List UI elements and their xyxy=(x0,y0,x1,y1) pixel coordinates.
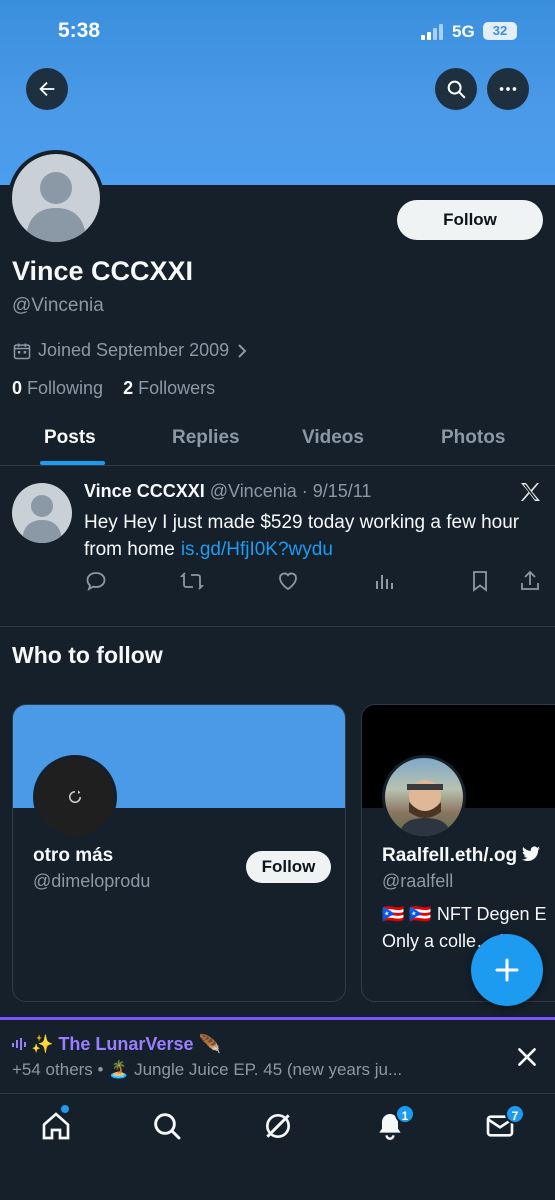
search-icon[interactable] xyxy=(151,1110,183,1142)
signal-icon xyxy=(421,24,447,40)
more-icon xyxy=(499,87,517,91)
home-dot-badge xyxy=(59,1103,71,1115)
profile-name: Vince CCCXXI xyxy=(12,256,194,286)
audio-bars-icon xyxy=(12,1038,26,1050)
tab-photos[interactable]: Photos xyxy=(441,427,505,449)
followers-link[interactable]: 2 Followers xyxy=(123,378,215,398)
twitter-bird-icon xyxy=(522,846,541,862)
following-link[interactable]: 0 Following xyxy=(12,378,103,398)
who-to-follow-title: Who to follow xyxy=(12,642,163,668)
more-button[interactable] xyxy=(487,68,529,110)
close-icon[interactable] xyxy=(514,1044,540,1070)
joined-date[interactable]: Joined September 2009 xyxy=(12,340,249,361)
bottom-nav: 1 7 xyxy=(0,1093,555,1200)
tab-replies[interactable]: Replies xyxy=(172,427,240,449)
profile-avatar[interactable] xyxy=(8,150,104,246)
follow-suggestion-card[interactable]: otro más @dimeloprodu Follow xyxy=(12,704,346,1002)
tab-videos[interactable]: Videos xyxy=(302,427,364,449)
card-handle: @dimeloprodu xyxy=(33,871,151,891)
repost-icon[interactable] xyxy=(180,569,204,593)
home-icon[interactable] xyxy=(40,1110,72,1142)
reply-icon[interactable] xyxy=(84,569,108,593)
share-icon[interactable] xyxy=(518,569,542,593)
status-bar: 5:38 5G 32 xyxy=(0,0,555,62)
x-logo-icon xyxy=(521,483,540,501)
post-avatar[interactable] xyxy=(12,483,72,543)
space-title: ✨ The LunarVerse 🪶 xyxy=(12,1034,221,1055)
messages-badge: 7 xyxy=(505,1104,525,1124)
search-button[interactable] xyxy=(435,68,477,110)
loading-spinner-icon xyxy=(69,790,81,803)
grok-icon[interactable] xyxy=(262,1110,294,1142)
default-avatar-icon xyxy=(26,172,86,242)
joined-label: Joined September 2009 xyxy=(38,340,230,360)
follow-stats: 0 Following 2 Followers xyxy=(12,378,215,399)
chevron-right-icon xyxy=(238,343,247,358)
bookmark-icon[interactable] xyxy=(468,569,492,593)
post[interactable]: Vince CCCXXI @Vincenia · 9/15/11 Hey Hey… xyxy=(0,467,555,627)
notifications-badge: 1 xyxy=(395,1104,415,1124)
battery-icon: 32 xyxy=(483,22,517,40)
compose-button[interactable] xyxy=(471,934,543,1006)
profile-photo xyxy=(399,780,451,836)
post-author-name[interactable]: Vince CCCXXI xyxy=(84,481,205,501)
space-bar[interactable]: ✨ The LunarVerse 🪶 +54 others • 🏝️ Jungl… xyxy=(0,1017,555,1093)
calendar-icon xyxy=(13,343,31,359)
tab-posts[interactable]: Posts xyxy=(44,427,96,449)
post-header: Vince CCCXXI @Vincenia · 9/15/11 xyxy=(84,481,371,502)
search-icon xyxy=(447,80,466,99)
profile-tabs: Posts Replies Videos Photos xyxy=(0,420,555,466)
plus-icon xyxy=(495,958,519,982)
like-icon[interactable] xyxy=(276,569,300,593)
post-handle-date: @Vincenia · 9/15/11 xyxy=(209,481,372,501)
arrow-left-icon xyxy=(39,81,55,97)
network-label: 5G xyxy=(452,22,475,41)
card-name[interactable]: otro más xyxy=(33,845,113,867)
active-tab-indicator xyxy=(40,461,105,465)
post-actions xyxy=(0,569,555,597)
status-time: 5:38 xyxy=(58,19,101,42)
card-avatar[interactable] xyxy=(382,755,466,839)
back-button[interactable] xyxy=(26,68,68,110)
card-avatar[interactable] xyxy=(33,755,117,839)
card-name[interactable]: Raalfell.eth/.og xyxy=(382,845,541,867)
default-avatar-icon xyxy=(22,495,62,543)
post-text: Hey Hey I just made $529 today working a… xyxy=(84,512,520,560)
post-link[interactable]: is.gd/HfjI0K?wydu xyxy=(181,539,333,560)
views-icon[interactable] xyxy=(372,569,396,593)
profile-handle: @Vincenia xyxy=(12,295,104,316)
card-follow-button[interactable]: Follow xyxy=(246,851,331,883)
follow-button[interactable]: Follow xyxy=(397,200,543,240)
space-subtitle: +54 others • 🏝️ Jungle Juice EP. 45 (new… xyxy=(12,1060,403,1079)
card-handle: @raalfell xyxy=(382,871,454,891)
